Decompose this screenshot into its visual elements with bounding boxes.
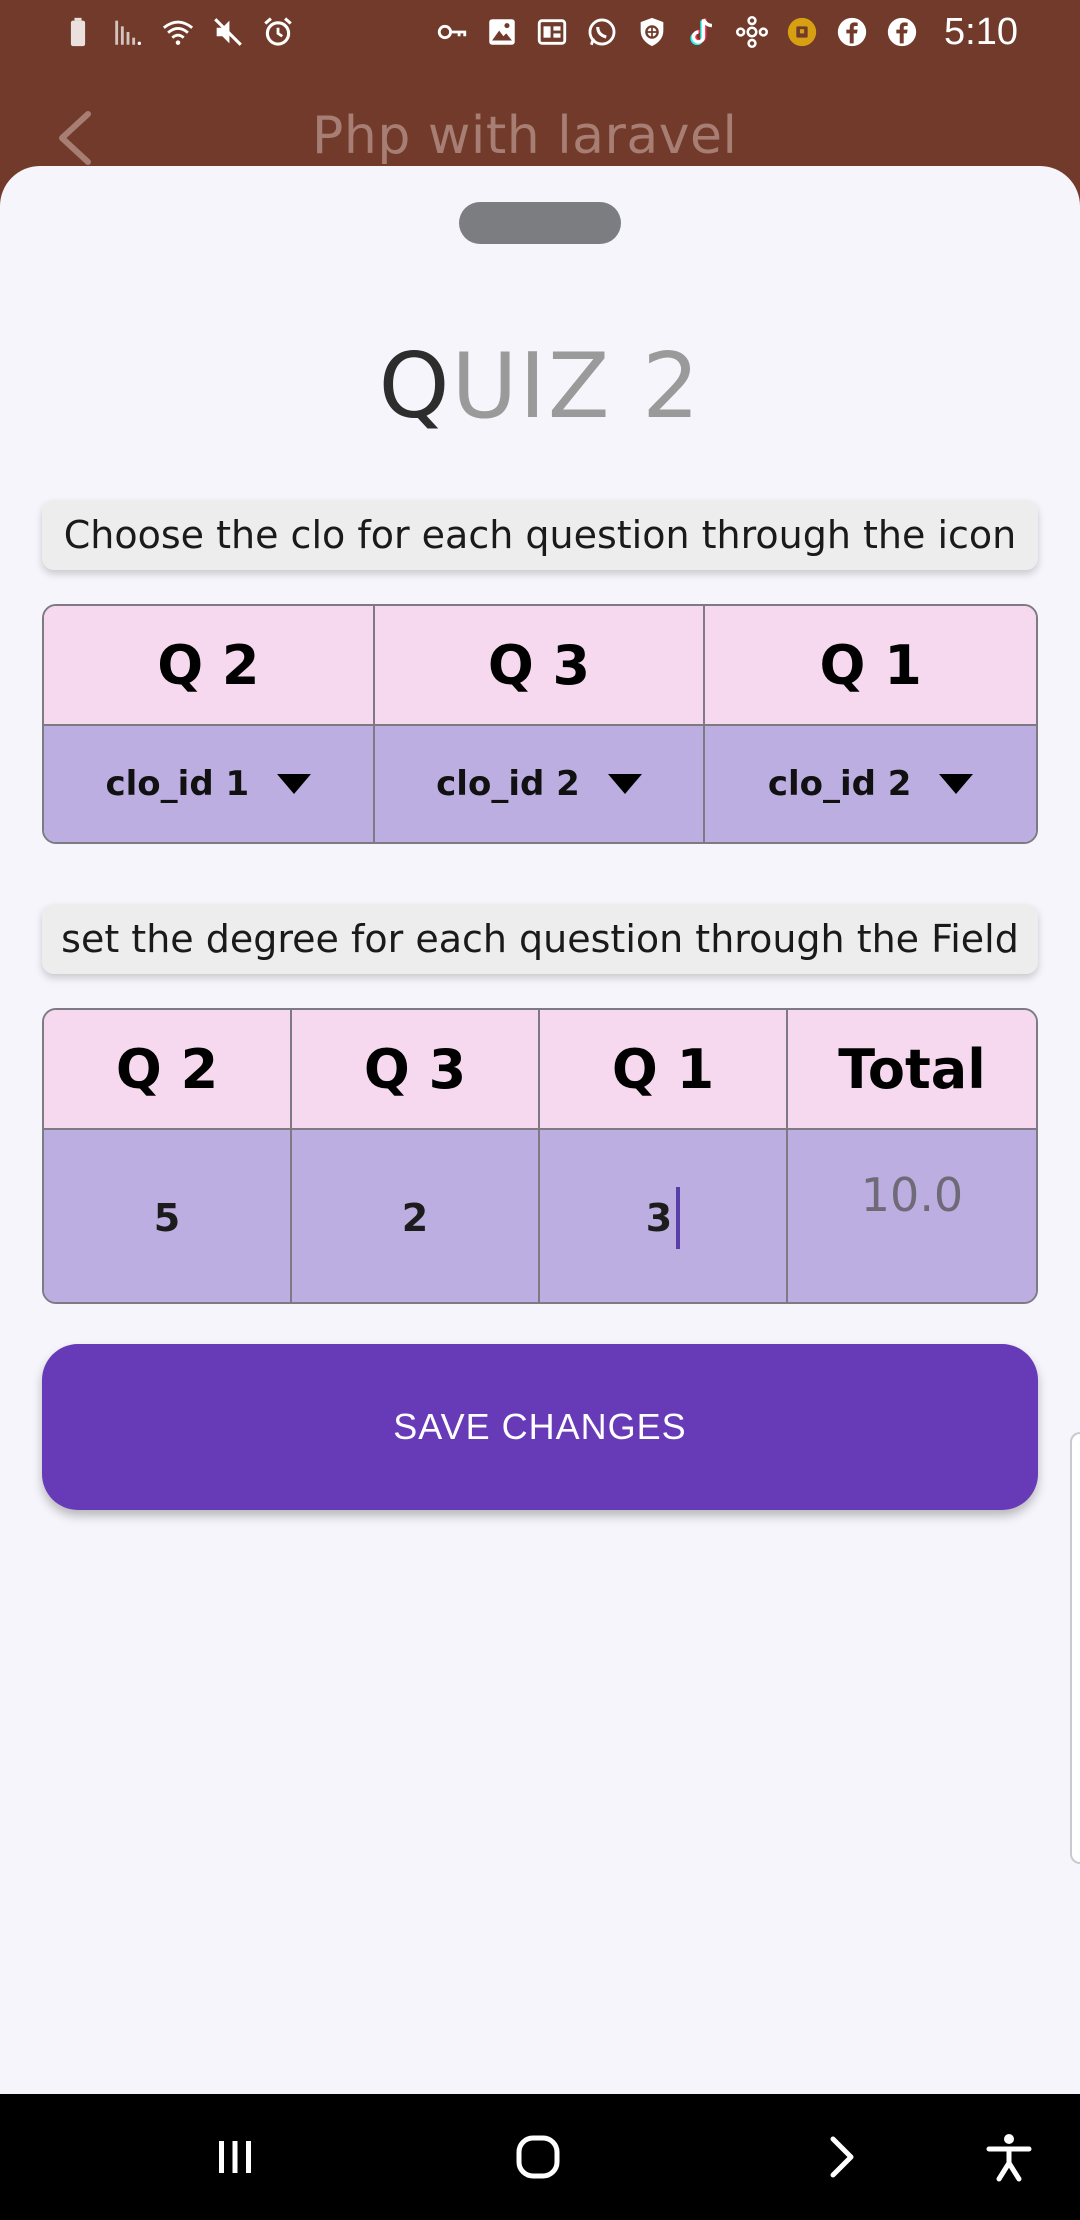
degree-header-cell: Q 3 [292,1010,540,1128]
status-time: 5:10 [944,10,1018,53]
clo-dropdown-q1[interactable]: clo_id 2 [705,726,1036,842]
ms-icon [534,14,570,50]
clo-dropdown-q2[interactable]: clo_id 1 [44,726,375,842]
clo-dropdown-value: clo_id 1 [105,764,250,804]
vpn-shield-icon [634,14,670,50]
degree-value: 3 [645,1196,673,1240]
quiz-title: QUIZ 2 [0,334,1080,439]
degree-header-q1: Q 1 [611,1037,715,1101]
clo-hint-label: Choose the clo for each question through… [42,500,1038,570]
degree-field-q1[interactable]: 3 [540,1130,788,1302]
degree-header-total: Total [838,1037,986,1101]
navigation-bar [0,2094,1080,2220]
clo-table-body-row: clo_id 1 clo_id 2 clo_id 2 [44,726,1036,842]
edge-panel-handle[interactable] [1070,1432,1080,1864]
clo-table-header-row: Q 2 Q 3 Q 1 [44,606,1036,726]
chevron-right-icon [830,2136,854,2178]
accessibility-icon [986,2134,1032,2182]
signal-icon [110,14,146,50]
clo-dropdown-value: clo_id 2 [436,764,580,804]
degree-table: Q 2 Q 3 Q 1 Total 5 2 3 10.0 [42,1008,1038,1304]
drag-handle[interactable] [459,202,621,244]
dropdown-arrow-icon [607,774,642,794]
network-icon [734,14,770,50]
status-bar: 5:10 [0,0,1080,64]
mute-icon [210,14,246,50]
quiz-title-rest: UIZ 2 [451,334,702,439]
degree-header-cell: Q 2 [44,1010,292,1128]
clo-header-cell: Q 2 [44,606,375,724]
clo-header-cell: Q 1 [705,606,1036,724]
recent-apps-icon [219,2141,251,2173]
clo-table: Q 2 Q 3 Q 1 clo_id 1 clo_id 2 clo_id 2 [42,604,1038,844]
home-button[interactable] [503,2124,573,2190]
total-field: 10.0 [788,1130,1036,1302]
clo-header-q3: Q 3 [487,633,591,697]
clo-dropdown-q3[interactable]: clo_id 2 [375,726,706,842]
accessibility-button[interactable] [974,2124,1044,2190]
wifi-icon [160,14,196,50]
total-value: 10.0 [860,1168,964,1222]
clo-dropdown-value: clo_id 2 [767,764,912,804]
app-bar-title: Php with laravel [312,106,738,166]
degree-table-header-row: Q 2 Q 3 Q 1 Total [44,1010,1036,1130]
whatsapp-icon [584,14,620,50]
dropdown-arrow-icon [939,774,974,794]
degree-header-cell: Total [788,1010,1036,1128]
gallery-icon [484,14,520,50]
battery-icon [60,14,96,50]
degree-header-q2: Q 2 [115,1037,219,1101]
degree-header-q3: Q 3 [363,1037,467,1101]
degree-table-body-row: 5 2 3 10.0 [44,1130,1036,1302]
degree-hint-label: set the degree for each question through… [42,904,1038,974]
vpn-key-icon [434,14,470,50]
text-cursor [676,1187,681,1249]
clo-header-q1: Q 1 [819,633,922,697]
dropdown-arrow-icon [277,774,312,794]
degree-field-q3[interactable]: 2 [292,1130,540,1302]
bottom-sheet: QUIZ 2 Choose the clo for each question … [0,166,1080,2094]
facebook-icon [884,14,920,50]
save-changes-button[interactable]: SAVE CHANGES [42,1344,1038,1510]
quiz-title-first-letter: Q [378,334,452,439]
degree-field-q2[interactable]: 5 [44,1130,292,1302]
tiktok-icon [684,14,720,50]
degree-header-cell: Q 1 [540,1010,788,1128]
home-icon [516,2135,560,2179]
coin-icon [784,14,820,50]
degree-value: 2 [401,1196,429,1240]
clo-header-q2: Q 2 [157,633,260,697]
clo-header-cell: Q 3 [375,606,706,724]
recent-apps-button[interactable] [200,2124,270,2190]
back-button[interactable] [50,108,100,168]
degree-value: 5 [153,1196,181,1240]
alarm-icon [260,14,296,50]
back-nav-button[interactable] [806,2124,876,2190]
facebook-icon [834,14,870,50]
